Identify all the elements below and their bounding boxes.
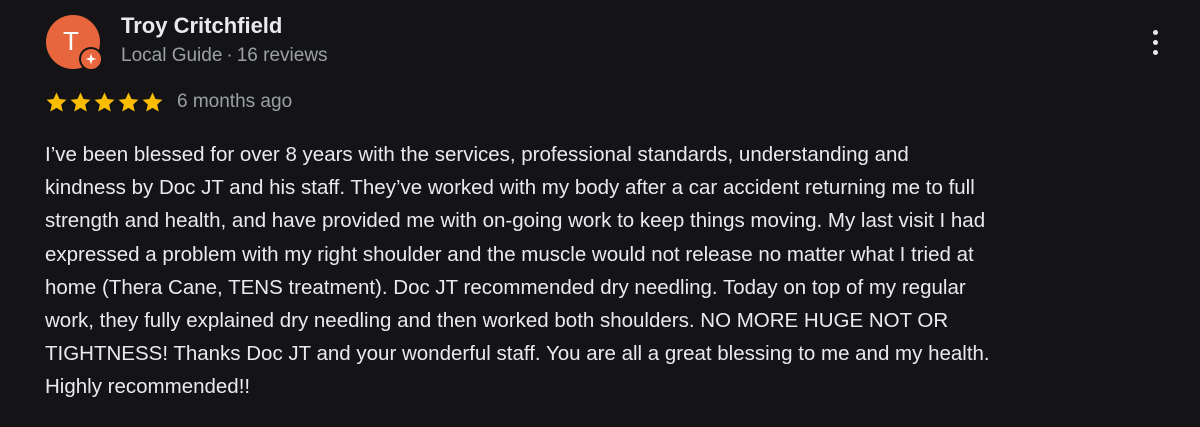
star-icon (70, 92, 91, 112)
reviewer-name[interactable]: Troy Critchfield (121, 13, 282, 39)
avatar-initial: T (63, 25, 79, 56)
review-text-line: kindness by Doc JT and his staff. They’v… (45, 176, 975, 200)
star-icon (46, 92, 67, 112)
more-vert-icon-dot-3 (1152, 49, 1158, 55)
review-card: T Troy Critchfield Local Guide · 16 review… (0, 0, 1200, 427)
reviewer-meta[interactable]: Local Guide · 16 reviews (121, 45, 328, 67)
review-text-line: I’ve been blessed for over 8 years with … (45, 143, 909, 166)
review-text-line: strength and health, and have provided m… (45, 209, 986, 233)
star-icon (142, 92, 163, 112)
star-rating (45, 91, 164, 114)
review-date: 6 months ago (177, 91, 293, 112)
review-text: I’ve been blessed for over 8 years with … (45, 138, 1175, 404)
local-guide-star-glyph (85, 53, 97, 65)
rating-row: 6 months ago (45, 89, 292, 115)
review-text-line: home (Thera Cane, TENS treatment). Doc J… (45, 275, 966, 299)
more-vert-icon-dot-1 (1152, 29, 1158, 35)
review-text-line: work, they fully explained dry needling … (45, 309, 949, 333)
star-icon (94, 92, 115, 112)
review-text-line: expressed a problem with my right should… (45, 242, 974, 266)
review-text-line: Highly recommended!! (45, 375, 251, 399)
more-options-button[interactable] (1140, 24, 1170, 60)
more-vert-icon-dot-2 (1152, 39, 1158, 45)
review-text-line: TIGHTNESS! Thanks Doc JT and your wonder… (45, 342, 990, 366)
local-guide-star-icon (79, 47, 103, 71)
meta-separator: · (226, 45, 233, 66)
review-count: 16 reviews (236, 45, 328, 66)
reviewer-role: Local Guide (121, 45, 223, 66)
star-icon (118, 92, 139, 112)
